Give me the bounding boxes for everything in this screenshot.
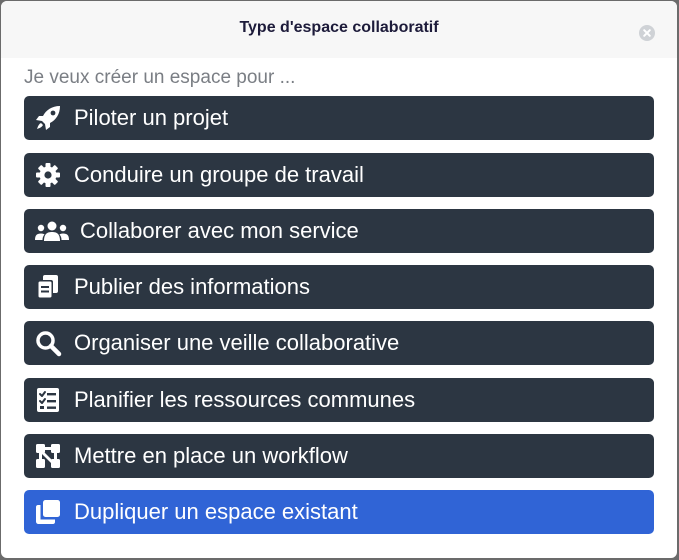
rocket-icon: [34, 104, 62, 132]
option-label: Dupliquer un espace existant: [74, 499, 358, 524]
workflow-icon: [34, 442, 62, 470]
option-collaborer-service[interactable]: Collaborer avec mon service: [24, 209, 654, 253]
option-label: Publier des informations: [74, 274, 311, 299]
dialog-header: Type d'espace collaboratif: [1, 1, 677, 58]
option-piloter-projet[interactable]: Piloter un projet: [24, 96, 654, 140]
copy-icon: [34, 498, 62, 526]
close-circle-icon: [643, 29, 651, 37]
dialog-title: Type d'espace collaboratif: [239, 19, 439, 36]
option-label: Collaborer avec mon service: [80, 218, 359, 243]
dialog-prompt: Je veux créer un espace pour ...: [24, 67, 296, 88]
option-label: Organiser une veille collaborative: [74, 330, 400, 355]
checklist-icon: [34, 386, 62, 414]
option-label: Piloter un projet: [74, 105, 229, 130]
gear-icon: [34, 161, 62, 189]
option-label: Planifier les ressources communes: [74, 387, 416, 412]
close-button[interactable]: [639, 25, 655, 41]
option-label: Mettre en place un workflow: [74, 443, 348, 468]
option-label: Conduire un groupe de travail: [74, 162, 364, 187]
option-planifier-ressources[interactable]: Planifier les ressources communes: [24, 378, 654, 422]
space-type-dialog: Type d'espace collaboratif Je veux créer…: [1, 1, 677, 558]
option-groupe-travail[interactable]: Conduire un groupe de travail: [24, 153, 654, 197]
option-organiser-veille[interactable]: Organiser une veille collaborative: [24, 321, 654, 365]
users-icon: [34, 217, 70, 245]
search-icon: [34, 329, 62, 357]
option-workflow[interactable]: Mettre en place un workflow: [24, 434, 654, 478]
documents-icon: [34, 273, 62, 301]
option-publier-informations[interactable]: Publier des informations: [24, 265, 654, 309]
option-dupliquer-espace[interactable]: Dupliquer un espace existant: [24, 490, 654, 534]
